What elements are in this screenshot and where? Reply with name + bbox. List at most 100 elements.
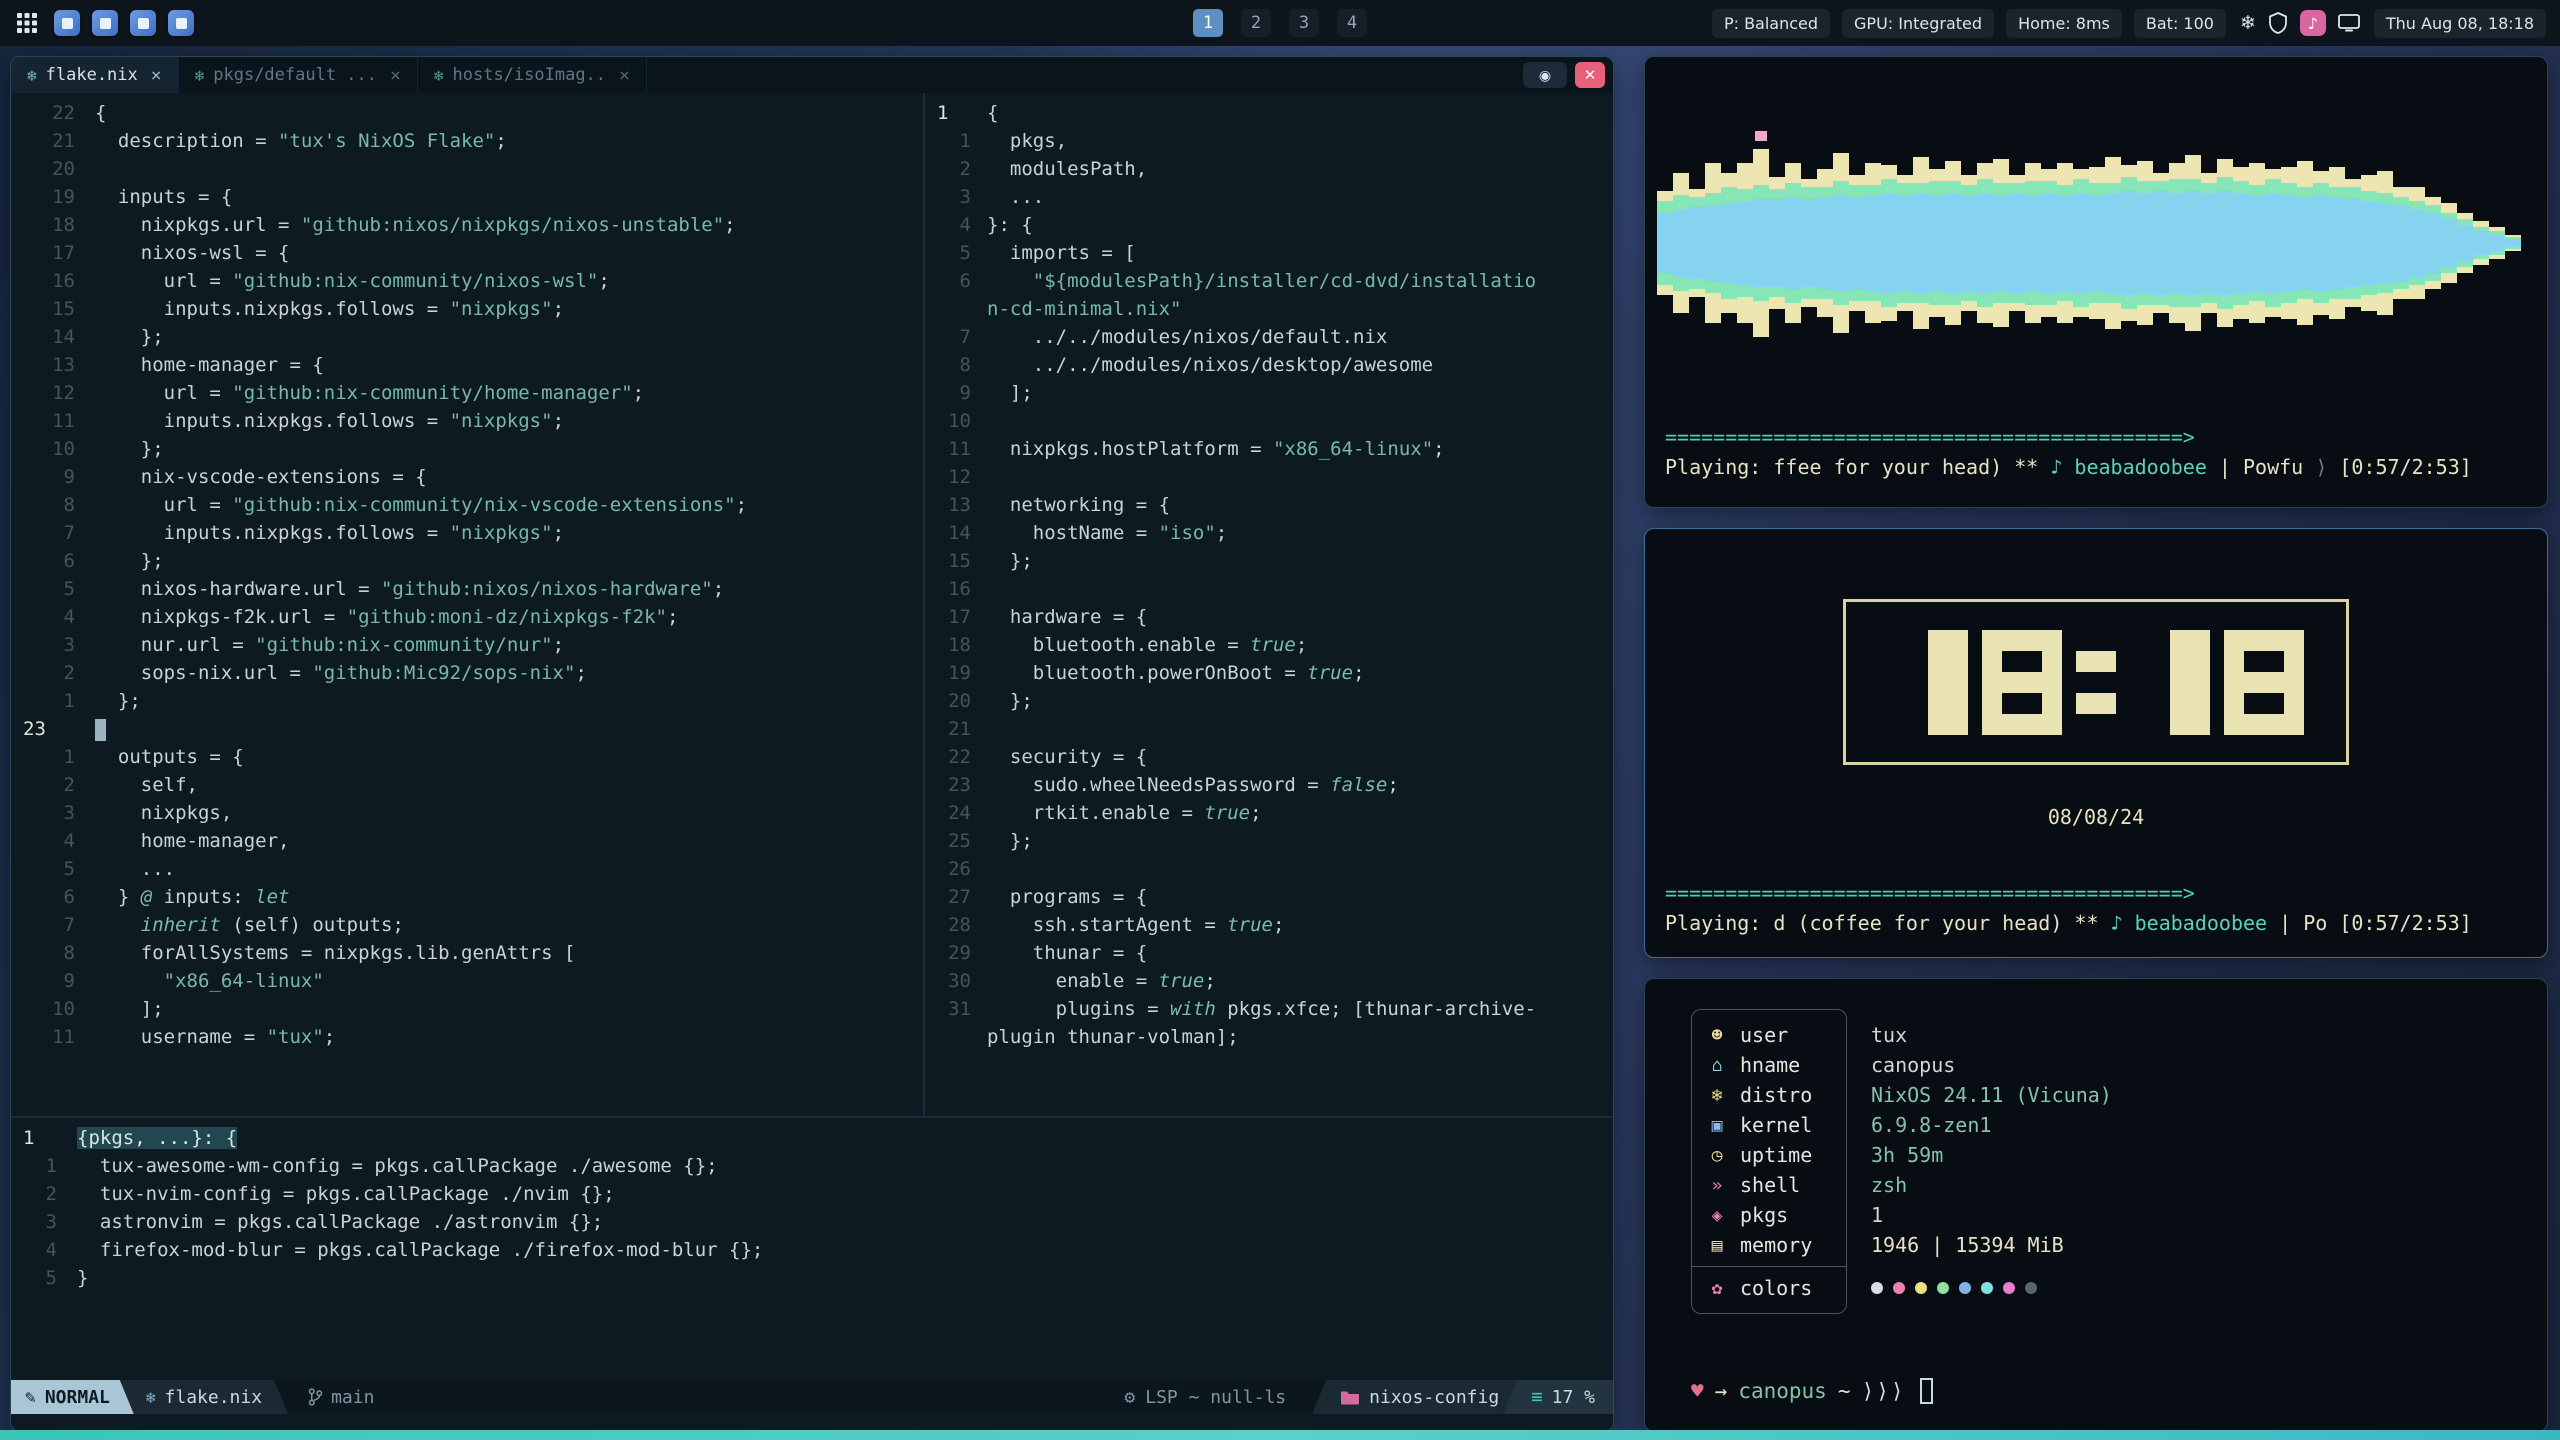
code-text: n-cd-minimal.nix" [971, 295, 1181, 323]
kernel-icon: ▣ [1706, 1115, 1728, 1136]
workspace-3[interactable]: 3 [1289, 9, 1319, 37]
visualizer-window[interactable]: ========================================… [1644, 56, 2548, 508]
editor-window: ❄flake.nix×❄pkgs/default ...×❄hosts/isoI… [10, 56, 1614, 1432]
uptime-icon: ◷ [1706, 1145, 1728, 1166]
shield-icon[interactable] [2268, 12, 2288, 34]
line-number: 3 [11, 799, 75, 827]
toggle-button[interactable]: ◉ [1523, 62, 1567, 88]
branch-label: main [331, 1387, 374, 1408]
code-line: 29 thunar = { [925, 939, 1613, 967]
color-dot [1959, 1282, 1971, 1294]
app-4-icon[interactable] [168, 10, 194, 36]
music-tray-icon[interactable]: ♪ [2300, 10, 2326, 36]
code-line: 23 sudo.wheelNeedsPassword = false; [925, 771, 1613, 799]
code-line: 19 bluetooth.powerOnBoot = true; [925, 659, 1613, 687]
code-line: 16 url = "github:nix-community/nixos-wsl… [11, 267, 923, 295]
visualizer-column [2345, 71, 2361, 415]
workspace-1[interactable]: 1 [1193, 9, 1223, 37]
tab-close-icon[interactable]: × [619, 65, 630, 86]
status-badge: Home: 8ms [2006, 9, 2122, 38]
visualizer-column [2505, 71, 2521, 415]
line-number: 11 [11, 1023, 75, 1051]
fetch-value-shell: zsh [1871, 1170, 2112, 1200]
visualizer-column [1785, 71, 1801, 415]
now-playing-line: Playing: d (coffee for your head) ** ♪ b… [1645, 911, 2547, 935]
color-dot [1937, 1282, 1949, 1294]
editor-tab-hosts-isoimag-[interactable]: ❄hosts/isoImag..× [418, 57, 647, 93]
editor-tab-flake-nix[interactable]: ❄flake.nix× [11, 57, 179, 93]
fetch-label-user: user [1740, 1023, 1788, 1047]
code-text: networking = { [971, 491, 1170, 519]
line-number: 5 [11, 1264, 57, 1292]
line-number: 17 [925, 603, 971, 631]
line-number: 3 [11, 1208, 57, 1236]
code-line: 4 firefox-mod-blur = pkgs.callPackage ./… [11, 1236, 1613, 1264]
project-name: nixos-config [1312, 1380, 1517, 1414]
music-note-icon: ♪ [2308, 14, 2318, 33]
visualizer-column [1657, 71, 1673, 415]
app-1-icon[interactable] [54, 10, 80, 36]
fetch-row-kernel: ▣kernel [1692, 1110, 1846, 1140]
code-line: 26 [925, 855, 1613, 883]
code-line: 20 [11, 155, 923, 183]
line-number: 2 [925, 155, 971, 183]
editor-tab-pkgs-default-[interactable]: ❄pkgs/default ...× [179, 57, 418, 93]
app-3-icon[interactable] [130, 10, 156, 36]
line-number: 6 [11, 883, 75, 911]
fetch-row-uptime: ◷uptime [1692, 1140, 1846, 1170]
code-text: ]; [75, 995, 164, 1023]
code-line: 15 inputs.nixpkgs.follows = "nixpkgs"; [11, 295, 923, 323]
fetch-value-hname: canopus [1871, 1050, 2112, 1080]
code-text: ../../modules/nixos/default.nix [971, 323, 1387, 351]
visualizer-column [2009, 71, 2025, 415]
display-icon[interactable] [2338, 14, 2360, 32]
visualizer-column [2233, 71, 2249, 415]
code-text: "${modulesPath}/installer/cd-dvd/install… [971, 267, 1536, 295]
tab-close-icon[interactable]: × [390, 65, 401, 86]
line-number: 8 [11, 491, 75, 519]
code-text: imports = [ [971, 239, 1136, 267]
nixos-logo-icon[interactable]: ❄ [2240, 12, 2256, 34]
clock-window[interactable]: 08/08/24 ===============================… [1644, 528, 2548, 958]
code-text: home-manager, [75, 827, 289, 855]
code-text: nixpkgs.hostPlatform = "x86_64-linux"; [971, 435, 1445, 463]
line-number: 12 [11, 379, 75, 407]
command-line[interactable] [11, 1414, 1613, 1431]
app-2-icon[interactable] [92, 10, 118, 36]
window-close-button[interactable]: ✕ [1575, 62, 1605, 88]
tab-close-icon[interactable]: × [151, 65, 162, 86]
code-text: nixpkgs.url = "github:nixos/nixpkgs/nixo… [75, 211, 736, 239]
nix-snowflake-icon: ❄ [195, 66, 205, 85]
project-label: nixos-config [1369, 1387, 1499, 1408]
code-text: nur.url = "github:nix-community/nur"; [75, 631, 564, 659]
code-text: } [57, 1264, 88, 1292]
code-line: 3 astronvim = pkgs.callPackage ./astronv… [11, 1208, 1613, 1236]
code-line: 1{ [925, 99, 1613, 127]
fetch-label-colors: colors [1740, 1276, 1812, 1300]
code-pane-flake[interactable]: 22{21 description = "tux's NixOS Flake";… [11, 93, 923, 1116]
code-text: ]; [971, 379, 1033, 407]
code-pane-iso[interactable]: 1{1 pkgs,2 modulesPath,3 ...4}: {5 impor… [925, 93, 1613, 1116]
code-text: }; [971, 687, 1033, 715]
line-number: 11 [925, 435, 971, 463]
launcher-icon[interactable] [14, 10, 40, 36]
palette-icon: ✿ [1706, 1278, 1728, 1299]
line-number: 9 [925, 379, 971, 407]
code-line: 23 [11, 715, 923, 743]
text-cursor [95, 719, 106, 741]
line-number: 7 [11, 911, 75, 939]
code-line: 11 username = "tux"; [11, 1023, 923, 1051]
workspace-4[interactable]: 4 [1337, 9, 1367, 37]
fetch-window[interactable]: ☻user⌂hname❄distro▣kernel◷uptime»shell◈p… [1644, 978, 2548, 1432]
visualizer-column [2377, 71, 2393, 415]
code-pane-pkgs[interactable]: 1{pkgs, ...}: {1 tux-awesome-wm-config =… [11, 1118, 1613, 1380]
terminal-prompt[interactable]: ♥ → canopus ~ ⟩⟩⟩ [1691, 1378, 2547, 1404]
topbar-right: P: BalancedGPU: IntegratedHome: 8msBat: … [1712, 9, 2546, 38]
line-number: 20 [11, 155, 75, 183]
branch-icon [308, 1387, 323, 1407]
line-number: 5 [925, 239, 971, 267]
visualizer-column [1929, 71, 1945, 415]
workspace-2[interactable]: 2 [1241, 9, 1271, 37]
visualizer-column [1849, 71, 1865, 415]
fetch-row-hname: ⌂hname [1692, 1050, 1846, 1080]
